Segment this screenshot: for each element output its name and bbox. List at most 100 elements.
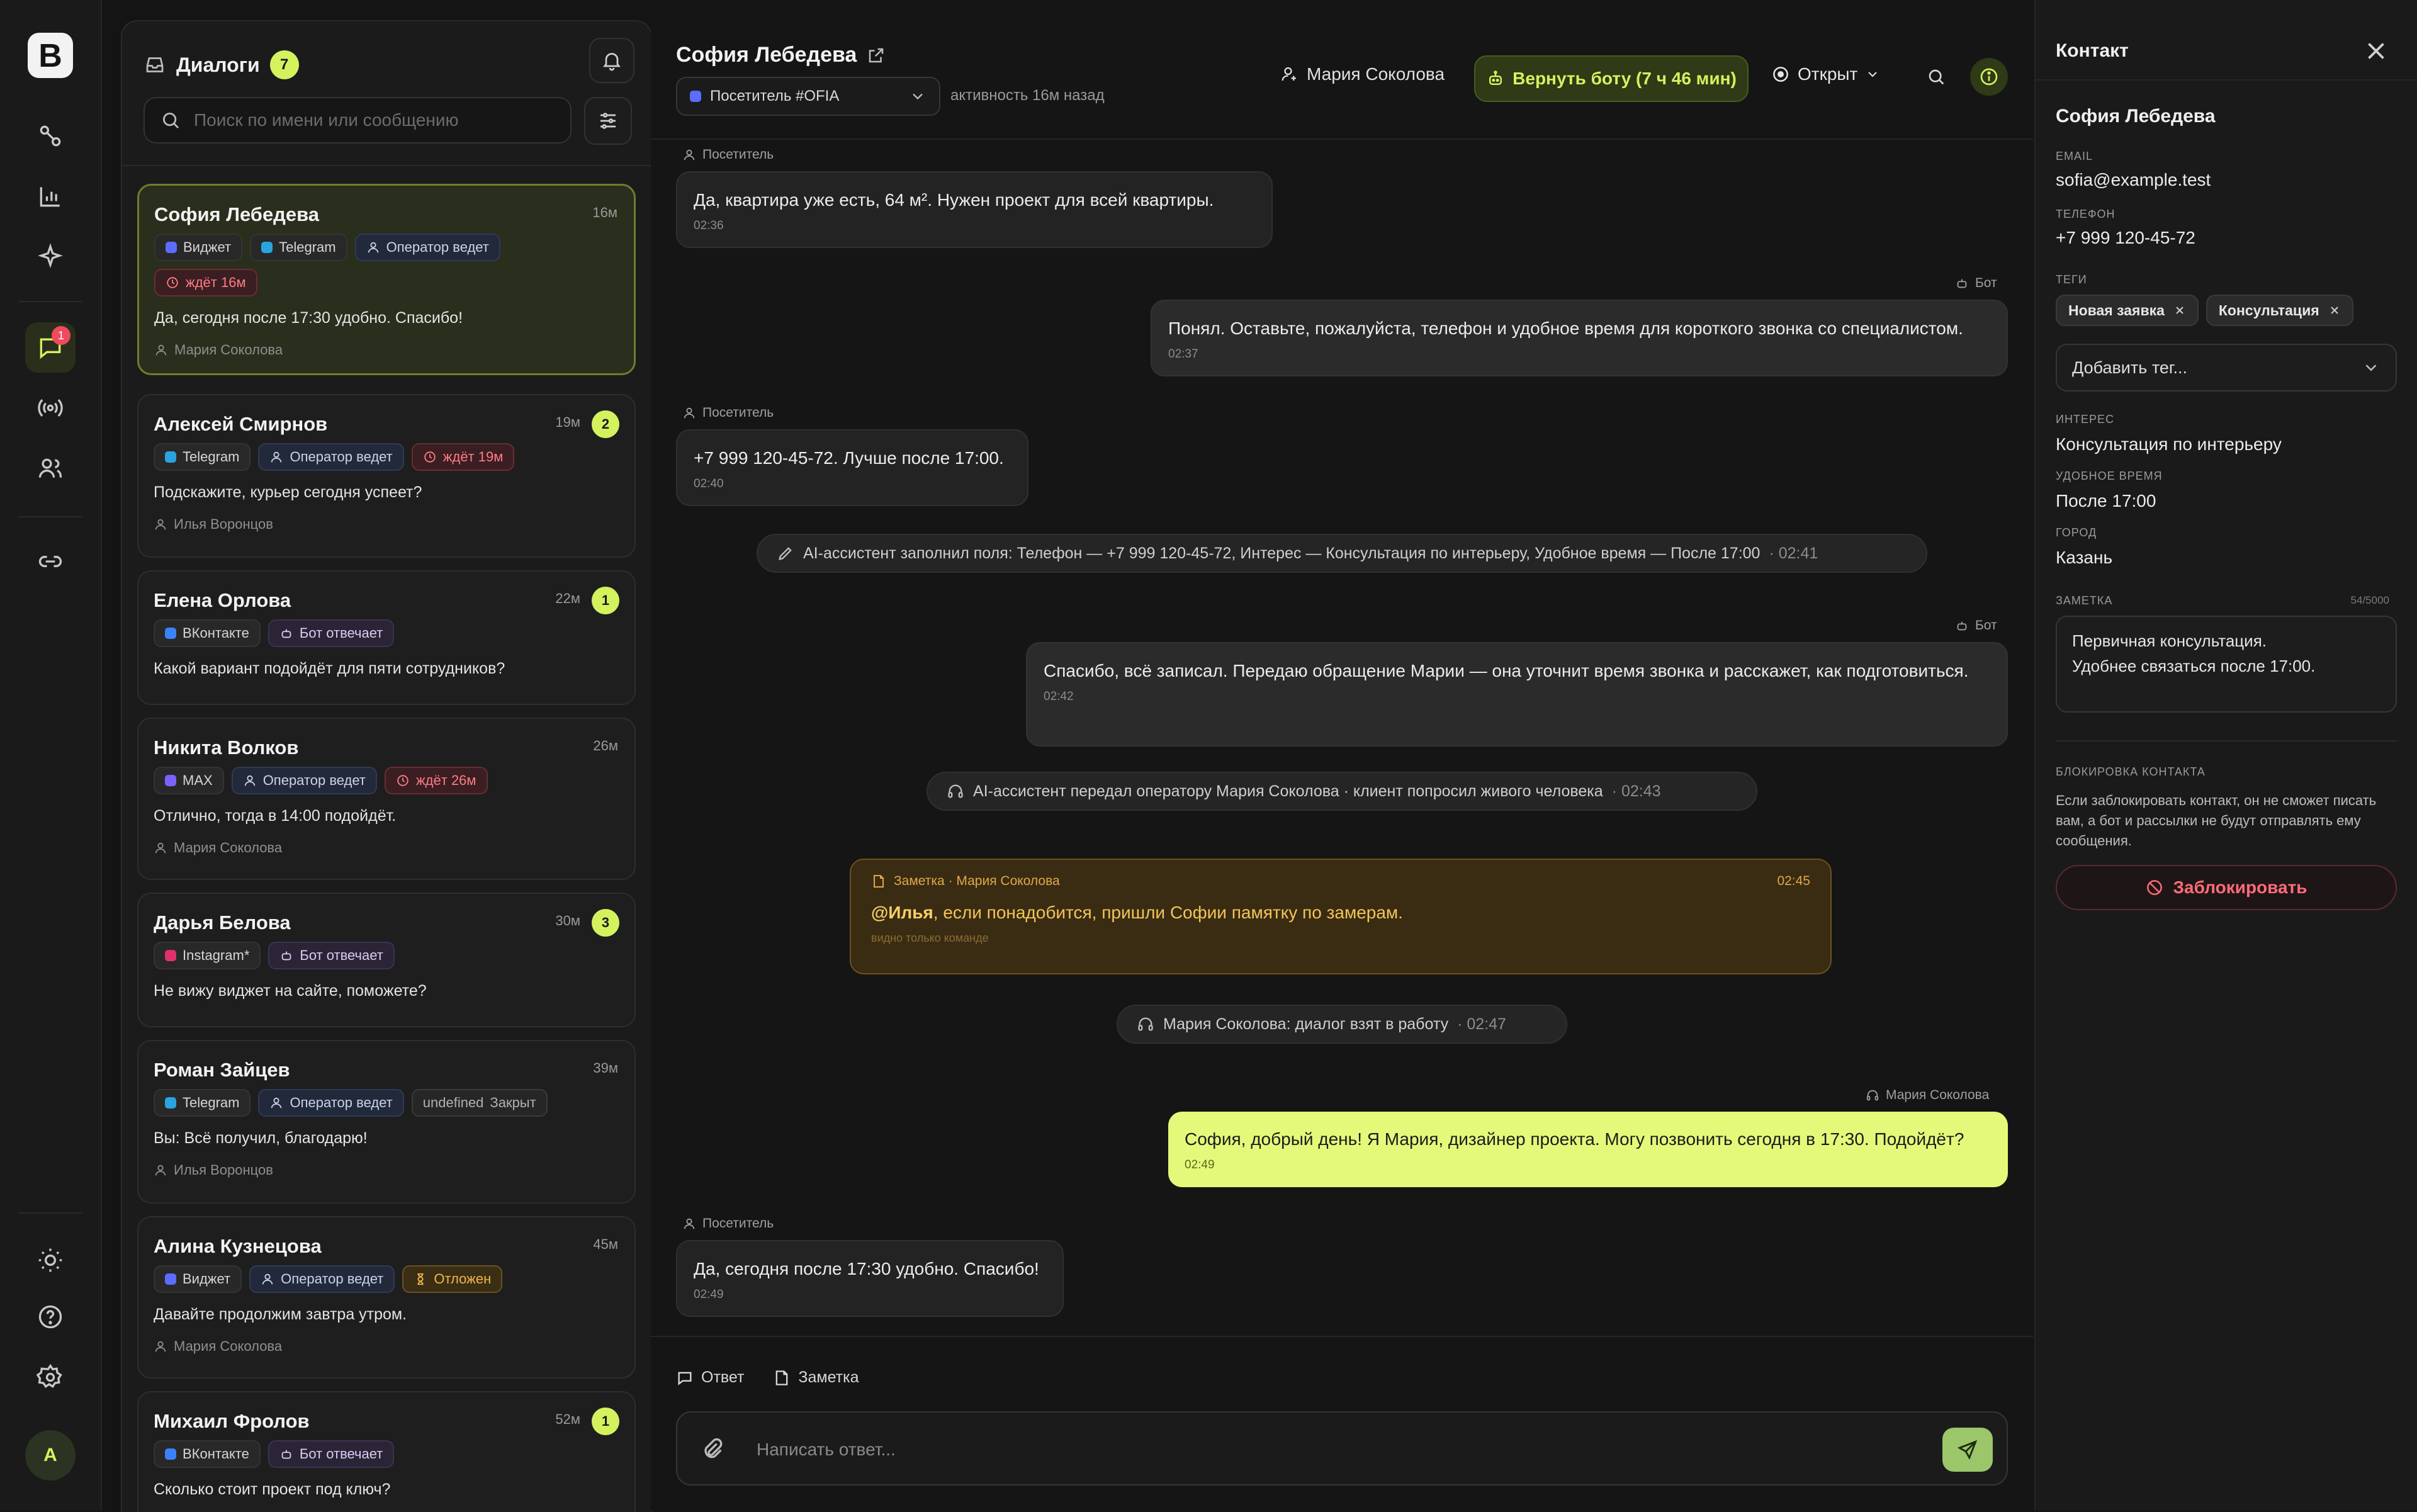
ai-sparkle-icon[interactable] bbox=[25, 232, 76, 282]
tags-label: Теги bbox=[2056, 273, 2087, 286]
integrations-icon[interactable] bbox=[25, 111, 76, 161]
dialog-tags: Виджет Оператор ведет Отложен bbox=[154, 1265, 503, 1293]
headset-icon bbox=[1138, 1017, 1153, 1031]
visitor-source-value: Посетитель #OFIA bbox=[710, 87, 840, 104]
sender-label: Бот bbox=[1955, 618, 1997, 633]
channel-icon bbox=[165, 1097, 176, 1109]
note-visibility: видно только команде bbox=[871, 932, 989, 944]
external-link-icon[interactable] bbox=[867, 46, 886, 65]
tag-label: Telegram bbox=[183, 449, 240, 465]
dialog-card[interactable]: Никита Волков 26м MAX Оператор ведет ждёт 26… bbox=[137, 718, 636, 880]
add-tag-dropdown[interactable]: Добавить тег... bbox=[2056, 344, 2397, 392]
users-icon[interactable] bbox=[25, 443, 76, 494]
contact-tag-label: Консультация bbox=[2218, 302, 2319, 319]
dialog-assignee: Мария Соколова bbox=[154, 1338, 282, 1355]
user-icon bbox=[155, 344, 167, 356]
message-text: Спасибо, всё записал. Передаю обращение … bbox=[1044, 661, 1969, 680]
tag-label: Отложен bbox=[434, 1271, 492, 1287]
dialog-assignee-name: Мария Соколова bbox=[174, 840, 283, 855]
tab-note[interactable]: Заметка bbox=[773, 1368, 859, 1387]
dialogs-search-input[interactable] bbox=[193, 110, 548, 131]
help-icon[interactable] bbox=[25, 1292, 76, 1342]
chat-panel: София Лебедева Посетитель #OFIA активнос… bbox=[651, 0, 2033, 1511]
filter-sliders-icon bbox=[600, 113, 616, 129]
sender-label: Мария Соколова bbox=[1866, 1088, 1989, 1103]
dialogs-count-badge: 7 bbox=[269, 50, 299, 79]
dialog-tag-wait: ждёт 26м bbox=[384, 767, 488, 794]
contact-note-textarea[interactable]: Первичная консультация. Удобнее связатьс… bbox=[2056, 616, 2397, 713]
close-icon[interactable] bbox=[2328, 304, 2341, 317]
chat-contact-name[interactable]: София Лебедева bbox=[676, 43, 886, 67]
dialog-card[interactable]: Роман Зайцев 39м Telegram Оператор ведет und… bbox=[137, 1040, 636, 1204]
email-label: Email bbox=[2056, 150, 2093, 162]
close-icon[interactable] bbox=[2362, 37, 2391, 65]
settings-gear-icon[interactable] bbox=[25, 1352, 76, 1402]
contact-info-button[interactable] bbox=[1970, 58, 2008, 96]
note-icon bbox=[874, 875, 884, 888]
system-event: Мария Соколова: диалог взят в работу · 0… bbox=[1117, 1005, 1567, 1044]
dialog-tag-operator: Оператор ведет bbox=[231, 767, 377, 794]
dialog-assignee: Мария Соколова bbox=[154, 840, 282, 856]
chats-icon[interactable]: 1 bbox=[25, 322, 76, 373]
return-to-bot-button[interactable]: Вернуть боту (7 ч 46 мин) bbox=[1474, 55, 1749, 102]
send-button[interactable] bbox=[1942, 1428, 1993, 1472]
note-icon bbox=[776, 1370, 788, 1385]
hourglass-icon bbox=[414, 1272, 427, 1286]
filter-button[interactable] bbox=[584, 97, 632, 145]
dialog-tags: Виджет Telegram Оператор ведет bbox=[154, 234, 500, 261]
notifications-bell-button[interactable] bbox=[589, 38, 634, 83]
note-mention[interactable]: @Илья bbox=[871, 903, 933, 922]
dialogs-panel: Диалоги 7 София Лебедева 16м Виджет Telegra… bbox=[121, 20, 652, 1512]
reply-input[interactable] bbox=[755, 1430, 1903, 1469]
dialog-card[interactable]: Елена Орлова 22м 1 ВКонтакте Бот отвечает Как… bbox=[137, 570, 636, 705]
link-icon[interactable] bbox=[25, 536, 76, 587]
message-time: 02:40 bbox=[694, 477, 724, 490]
analytics-icon[interactable] bbox=[25, 171, 76, 222]
dialog-contact-name: София Лебедева bbox=[154, 203, 319, 225]
system-event-time: · 02:47 bbox=[1457, 1015, 1506, 1033]
message-list: Посетитель Да, квартира уже есть, 64 м².… bbox=[651, 140, 2033, 1336]
block-contact-button[interactable]: Заблокировать bbox=[2056, 865, 2397, 910]
dialog-card[interactable]: София Лебедева 16м Виджет Telegram Оператор … bbox=[137, 184, 636, 375]
visitor-source-select[interactable]: Посетитель #OFIA bbox=[676, 77, 940, 116]
contact-panel-title: Контакт bbox=[2056, 40, 2129, 61]
channel-icon bbox=[165, 775, 176, 786]
block-description: Если заблокировать контакт, он не сможет… bbox=[2056, 793, 2377, 849]
undefined: undefined bbox=[422, 1095, 484, 1110]
dialog-tag-operator: Оператор ведет bbox=[249, 1265, 395, 1293]
dialog-contact-name: Никита Волков bbox=[154, 736, 299, 759]
tab-reply[interactable]: Ответ bbox=[676, 1368, 744, 1387]
dialog-card[interactable]: Дарья Белова 30м 3 Instagram* Бот отвечает Не… bbox=[137, 893, 636, 1027]
dialog-card[interactable]: Михаил Фролов 52м 1 ВКонтакте Бот отвечает Ск… bbox=[137, 1391, 636, 1512]
close-icon[interactable] bbox=[2173, 304, 2186, 317]
user-avatar[interactable]: A bbox=[25, 1430, 76, 1481]
dialog-card[interactable]: Алина Кузнецова 45м Виджет Оператор ведет От… bbox=[137, 1216, 636, 1379]
internal-note: Заметка · Мария Соколова 02:45 @Илья, ес… bbox=[850, 859, 1832, 974]
dialog-tag-channel: Instagram* bbox=[154, 942, 261, 969]
note-author: Заметка · Мария Соколова bbox=[894, 874, 1060, 888]
dialog-time: 30м bbox=[555, 913, 580, 928]
system-event-text: Мария Соколова: диалог взят в работу bbox=[1163, 1015, 1449, 1033]
contact-name: София Лебедева bbox=[2056, 106, 2216, 127]
tag-label: Telegram bbox=[183, 1095, 240, 1110]
dialog-tags: Telegram Оператор ведет ждёт 19м bbox=[154, 443, 515, 471]
chat-search-button[interactable] bbox=[1917, 58, 1955, 96]
reply-input-box bbox=[676, 1411, 2008, 1486]
tag-label: Instagram* bbox=[183, 947, 250, 963]
dialog-card[interactable]: Алексей Смирнов 19м 2 Telegram Оператор веде… bbox=[137, 394, 636, 558]
phone-value[interactable]: +7 999 120-45-72 bbox=[2056, 228, 2195, 248]
paperclip-icon[interactable] bbox=[700, 1436, 725, 1462]
status-dropdown[interactable]: Открыт bbox=[1771, 64, 1880, 84]
tag-label: ВКонтакте bbox=[183, 625, 249, 641]
search-icon bbox=[1929, 69, 1944, 85]
dialog-contact-name: Михаил Фролов bbox=[154, 1410, 310, 1432]
dialog-last-message: Сколько стоит проект под ключ? bbox=[154, 1481, 391, 1498]
email-value[interactable]: sofia@example.test bbox=[2056, 170, 2211, 190]
theme-sun-icon[interactable] bbox=[25, 1235, 76, 1285]
note-time: 02:45 bbox=[1777, 874, 1810, 888]
dialogs-search[interactable] bbox=[144, 97, 572, 144]
broadcast-icon[interactable] bbox=[25, 383, 76, 433]
app-logo[interactable]: B bbox=[25, 30, 76, 81]
assignee-button[interactable]: Мария Соколова bbox=[1280, 64, 1445, 84]
system-event-time: · 02:43 bbox=[1611, 782, 1661, 800]
